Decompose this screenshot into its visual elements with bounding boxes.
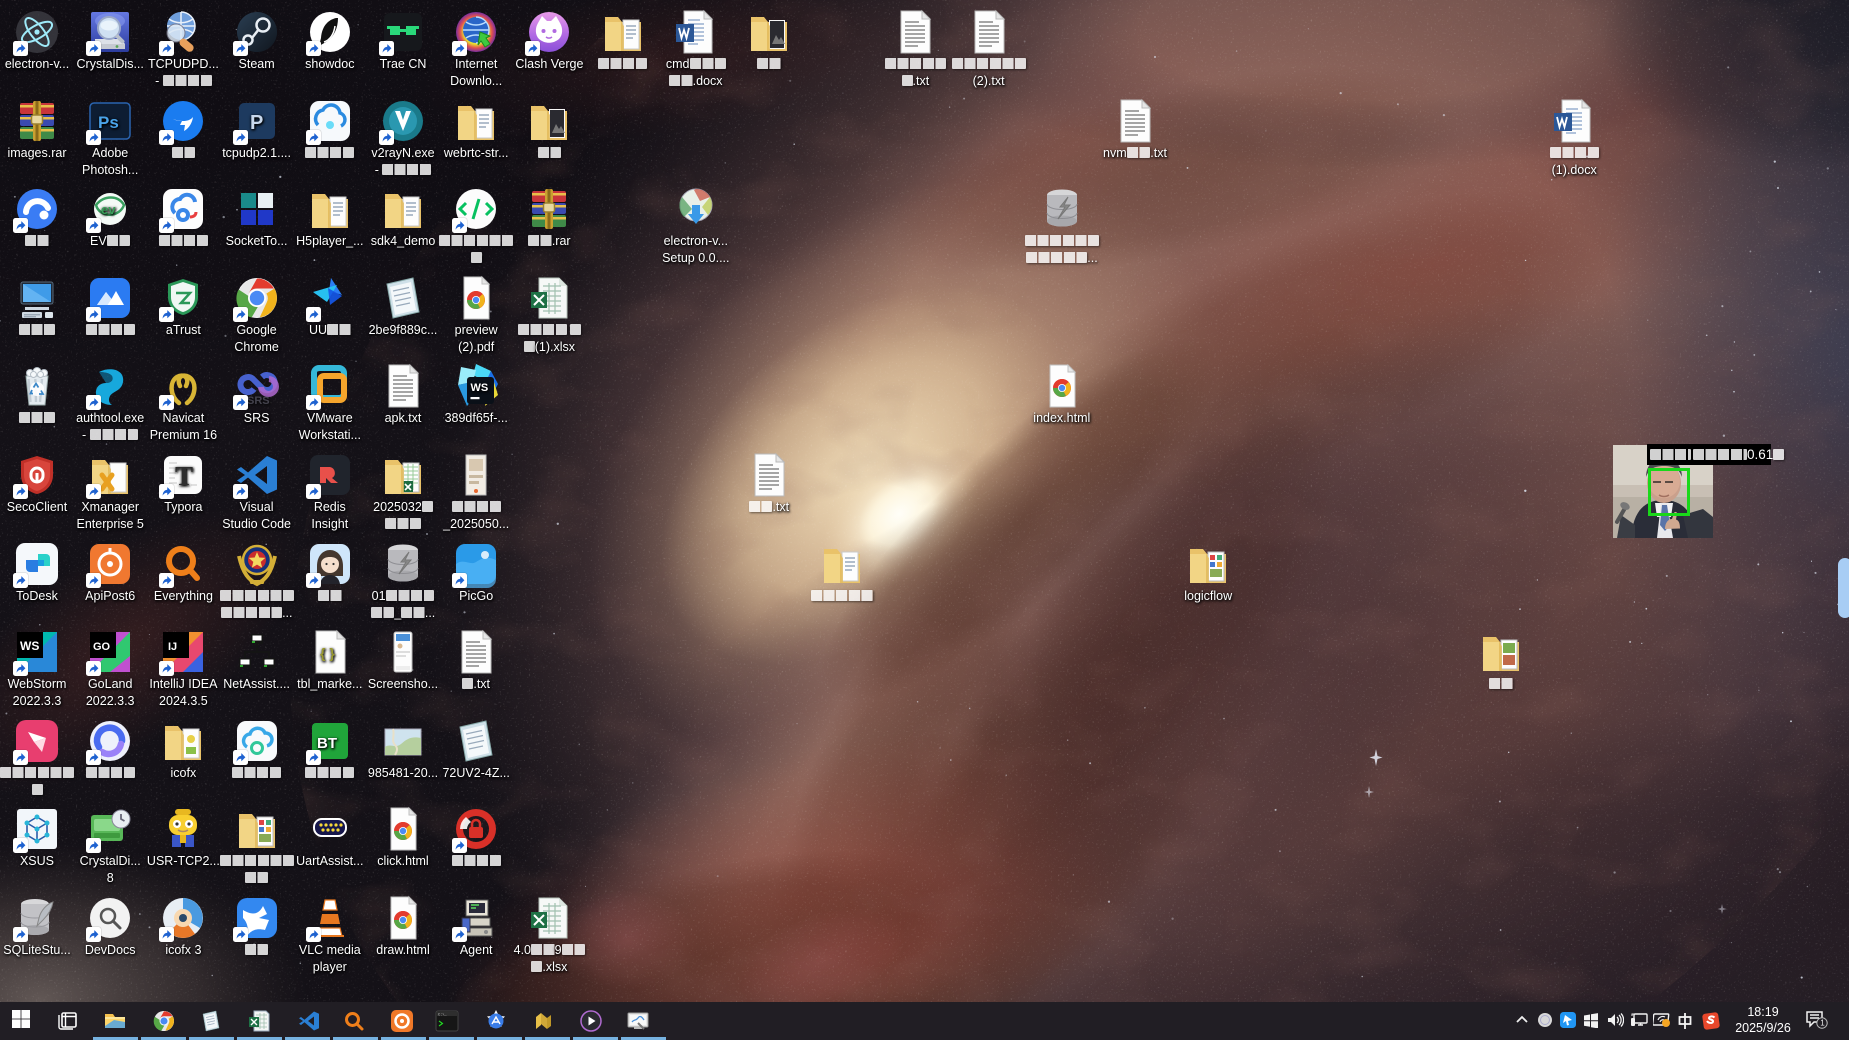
svg-text:WS: WS [471,382,489,394]
svg-text:T: T [175,461,193,491]
svg-text:WS: WS [20,639,39,653]
svg-text:ev: ev [101,202,116,217]
svg-text:SRS: SRS [247,395,270,407]
svg-text:Ps: Ps [98,113,119,132]
svg-text:1: 1 [1820,1019,1825,1028]
svg-text:IJ: IJ [168,641,177,653]
svg-text:P: P [250,112,263,134]
svg-text:GO: GO [93,641,111,653]
svg-text:C:\_: C:\_ [438,1012,447,1017]
svg-text:{ }: { } [320,645,335,661]
